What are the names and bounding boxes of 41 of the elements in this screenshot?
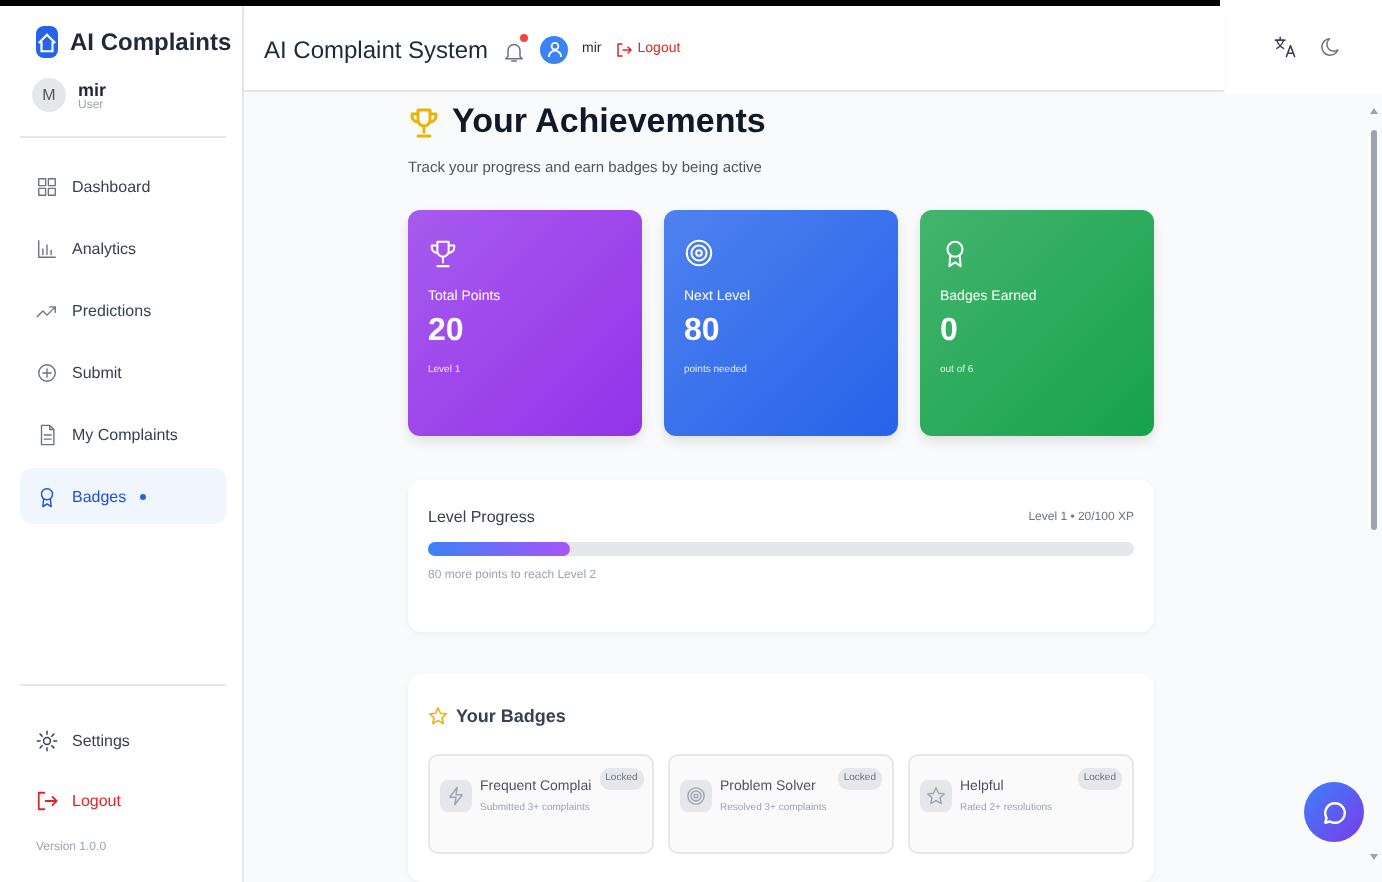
moon-icon <box>1320 36 1342 58</box>
progress-title: Level Progress <box>428 508 535 526</box>
target-icon <box>684 238 714 268</box>
notification-bell[interactable] <box>502 37 527 61</box>
logout-icon <box>36 789 58 811</box>
plus-circle-icon <box>36 361 58 383</box>
star-icon <box>926 786 946 806</box>
user-avatar: M <box>32 78 66 112</box>
stat-value: 0 <box>940 314 960 350</box>
translate-icon <box>1274 36 1296 58</box>
stat-value: 80 <box>684 314 722 350</box>
trophy-icon <box>408 106 440 138</box>
star-icon <box>428 706 448 726</box>
stat-value: 20 <box>428 314 466 350</box>
nav-item[interactable]: Dashboard <box>20 158 226 214</box>
grid-icon <box>36 175 58 197</box>
settings-link[interactable]: Settings <box>20 710 226 770</box>
nav-item[interactable]: My Complaints <box>20 406 226 462</box>
medal-icon <box>36 485 58 507</box>
user-avatar[interactable] <box>540 35 569 63</box>
user-name: mir <box>78 79 107 99</box>
nav-item[interactable]: Badges <box>20 468 226 524</box>
nav-item[interactable]: Predictions <box>20 282 226 338</box>
app-logo-text: AI Complaints <box>70 28 232 56</box>
nav-item[interactable]: Submit <box>20 344 226 400</box>
section-title: Your Badges <box>456 706 566 726</box>
logout-link[interactable]: Logout <box>20 770 226 830</box>
nav-item[interactable]: Analytics <box>20 220 226 276</box>
home-icon <box>36 26 58 58</box>
bar-chart-icon <box>36 237 58 259</box>
target-icon <box>686 786 706 806</box>
bell-icon <box>502 39 527 63</box>
lightning-icon <box>446 786 466 806</box>
page-title: Your Achievements <box>452 102 766 142</box>
document-icon <box>36 423 58 445</box>
trophy-icon <box>428 238 458 268</box>
chat-button[interactable] <box>1304 782 1364 842</box>
logout-icon <box>615 41 632 57</box>
chat-icon <box>1321 799 1347 825</box>
active-dot <box>140 493 147 499</box>
app-title: AI Complaint System <box>264 35 489 63</box>
